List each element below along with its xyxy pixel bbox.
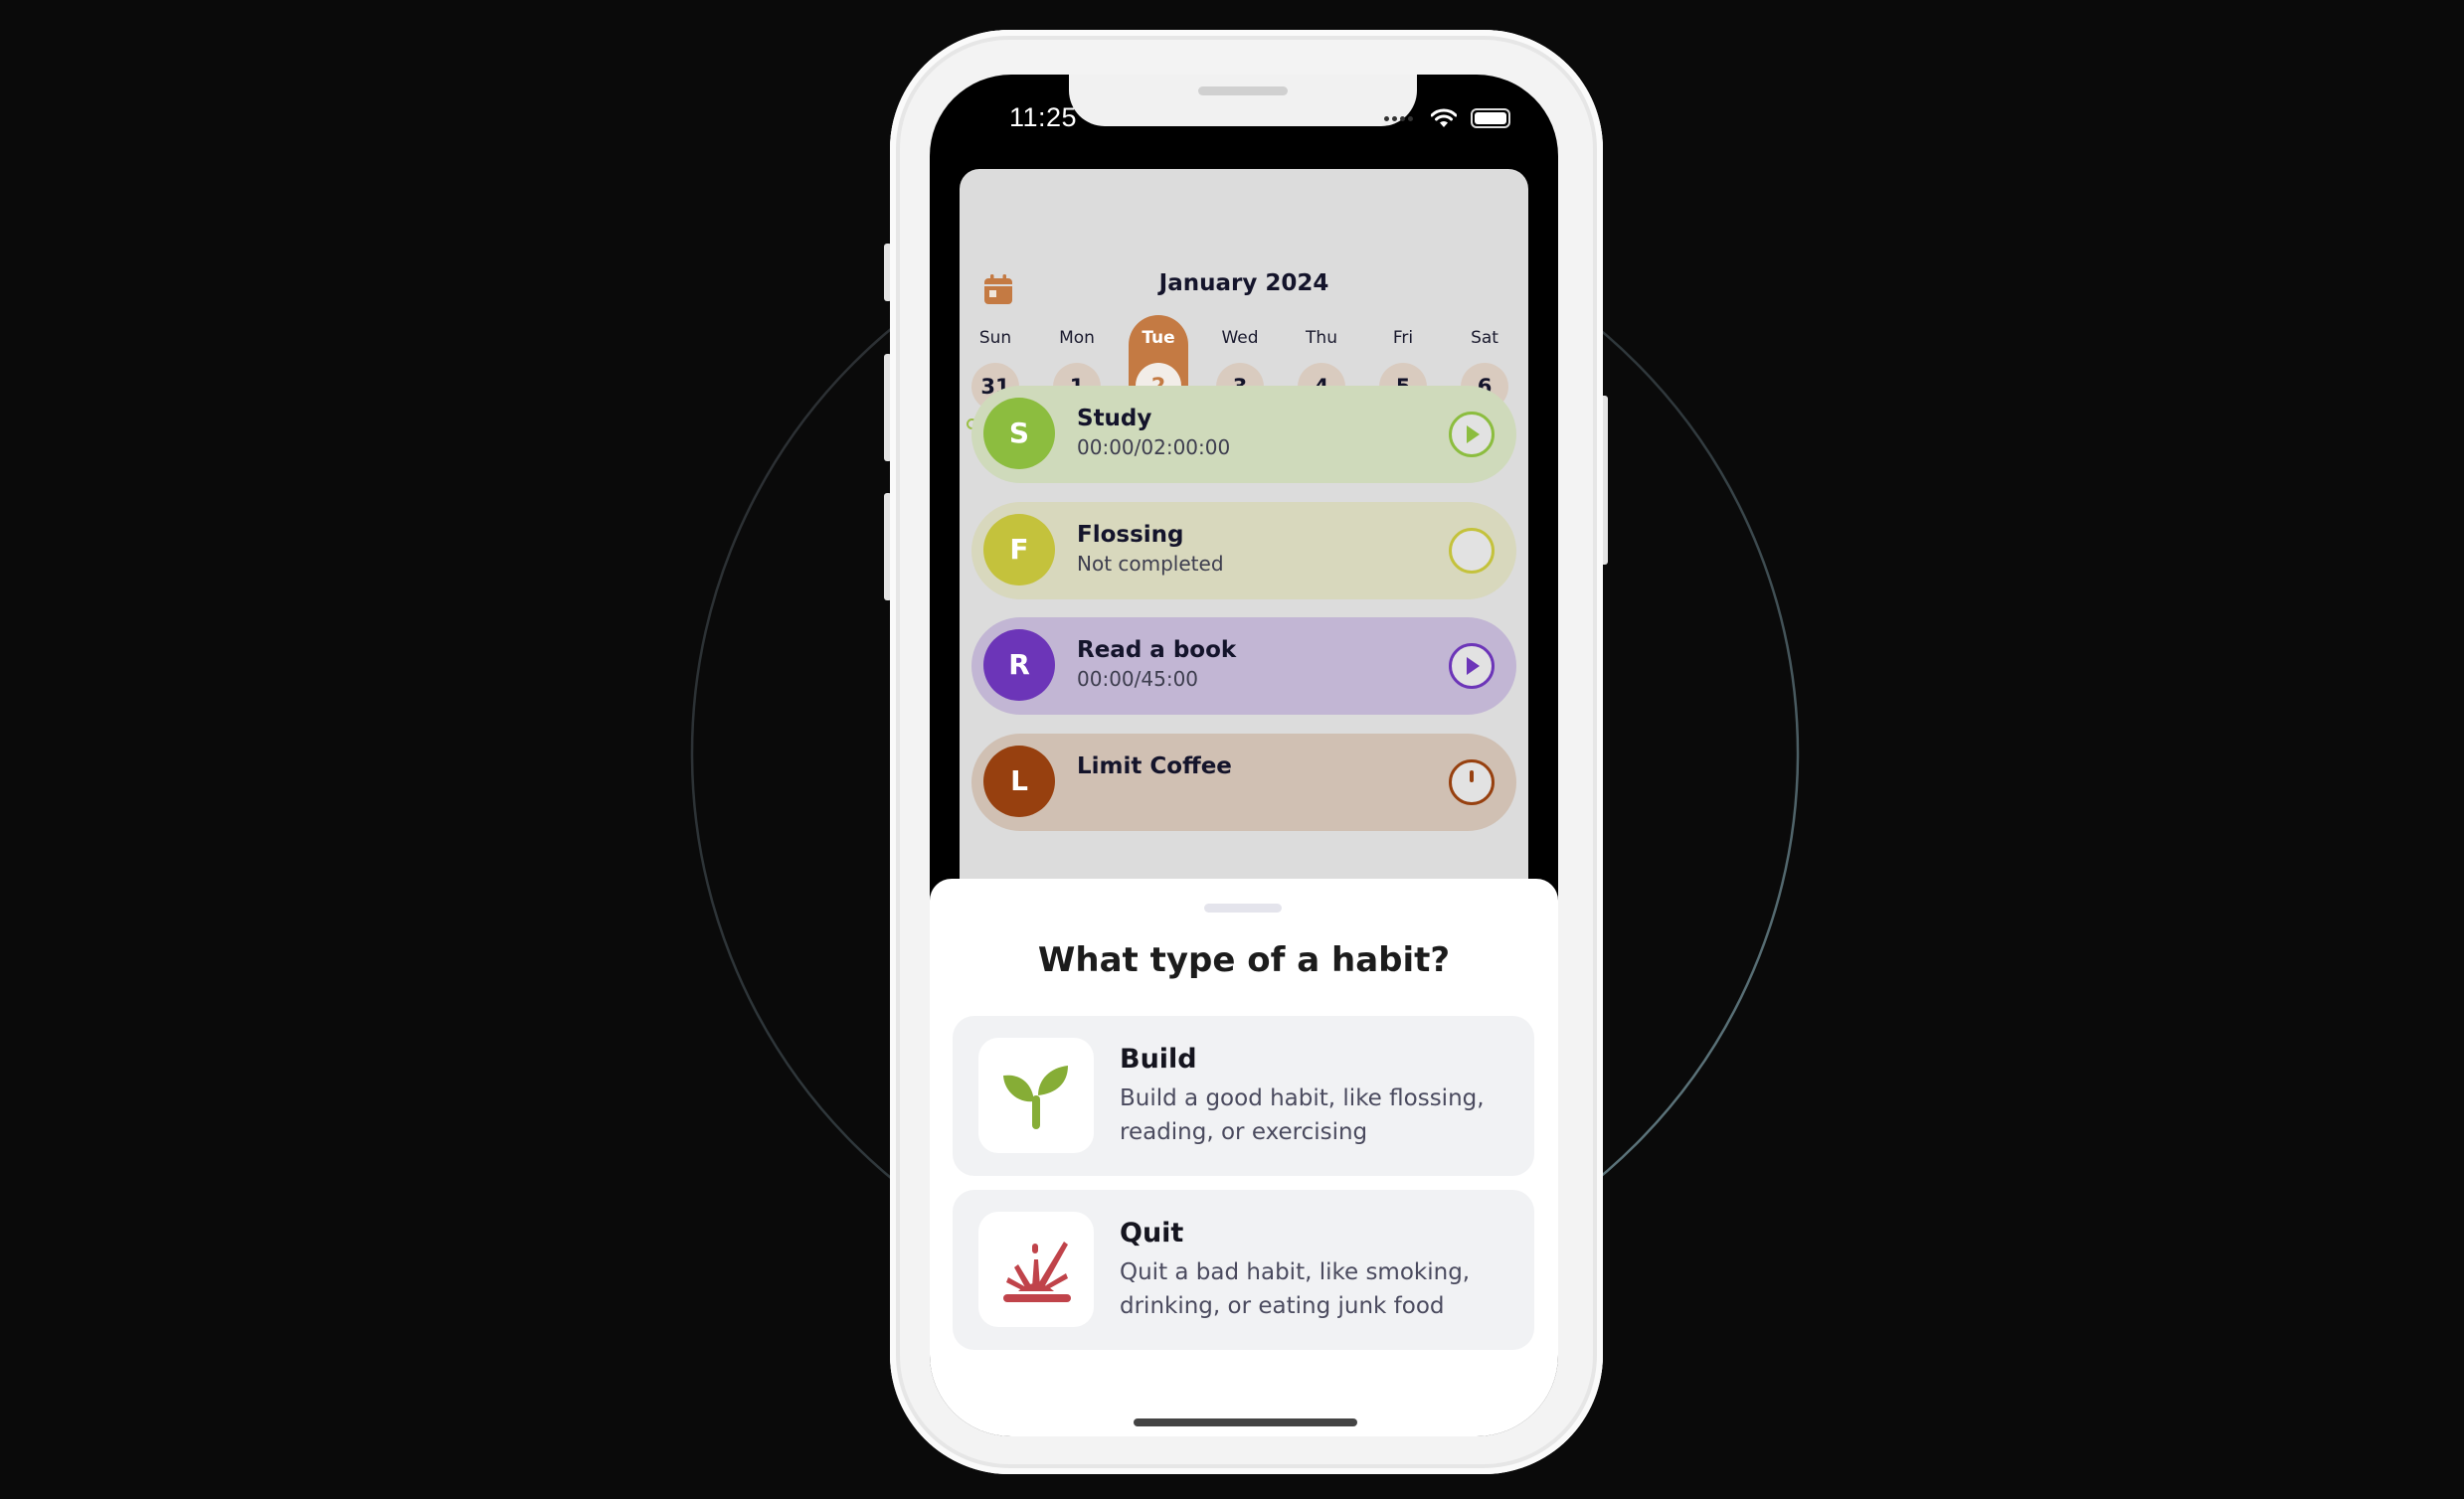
option-quit-title: Quit: [1120, 1218, 1184, 1249]
day-name: Sun: [978, 328, 1012, 348]
day-name: Thu: [1306, 328, 1337, 348]
sheet-title: What type of a habit?: [1037, 940, 1451, 980]
day-name: Tue: [1142, 328, 1175, 348]
sheet-drag-handle[interactable]: [1204, 904, 1282, 913]
home-indicator[interactable]: [1134, 1418, 1357, 1426]
sprout-icon: [978, 1038, 1094, 1153]
speaker: [1198, 86, 1288, 95]
explosion-icon: [978, 1212, 1094, 1327]
option-build-title: Build: [1120, 1044, 1197, 1075]
habit-avatar: L: [983, 746, 1055, 817]
habit-avatar: R: [983, 629, 1055, 701]
option-build-description: Build a good habit, like flossing, readi…: [1120, 1085, 1485, 1145]
habit-avatar: F: [983, 514, 1055, 585]
notch: [1069, 75, 1417, 126]
day-name: Mon: [1059, 328, 1095, 348]
habit-status: Not completed: [1077, 552, 1224, 576]
habit-name: Study: [1077, 406, 1152, 431]
play-icon[interactable]: [1449, 643, 1495, 689]
month-title[interactable]: January 2024: [960, 270, 1528, 296]
play-icon[interactable]: [1449, 412, 1495, 457]
habit-type-sheet: What type of a habit? Build Build a good…: [930, 879, 1558, 1436]
habit-avatar: S: [983, 398, 1055, 469]
phone-screen: 11:25 January 2024 Sun31Mon1Tue2Wed3Thu4…: [930, 75, 1558, 1436]
option-build[interactable]: Build Build a good habit, like flossing,…: [953, 1016, 1534, 1176]
day-name: Wed: [1221, 328, 1259, 348]
habit-row-flossing[interactable]: F Flossing Not completed: [971, 502, 1516, 599]
day-name: Fri: [1392, 328, 1414, 348]
status-icons: [1384, 108, 1510, 128]
wifi-icon: [1431, 108, 1457, 127]
checkbox-circle-icon[interactable]: [1449, 528, 1495, 574]
habit-row-study[interactable]: S Study 00:00/02:00:00: [971, 386, 1516, 483]
habit-name: Flossing: [1077, 522, 1184, 548]
battery-icon: [1471, 108, 1510, 128]
habit-status: 00:00/45:00: [1077, 667, 1199, 691]
timer-icon[interactable]: [1449, 759, 1495, 805]
option-quit[interactable]: Quit Quit a bad habit, like smoking, dri…: [953, 1190, 1534, 1350]
habit-name: Limit Coffee: [1077, 753, 1232, 779]
habit-row-read-a-book[interactable]: R Read a book 00:00/45:00: [971, 617, 1516, 715]
habit-name: Read a book: [1077, 637, 1237, 663]
habit-row-limit-coffee[interactable]: L Limit Coffee: [971, 734, 1516, 831]
option-quit-description: Quit a bad habit, like smoking, drinking…: [1120, 1259, 1471, 1319]
status-time: 11:25: [1009, 102, 1078, 132]
signal-icon: [1384, 115, 1413, 121]
habit-status: 00:00/02:00:00: [1077, 435, 1231, 459]
day-name: Sat: [1471, 328, 1498, 348]
